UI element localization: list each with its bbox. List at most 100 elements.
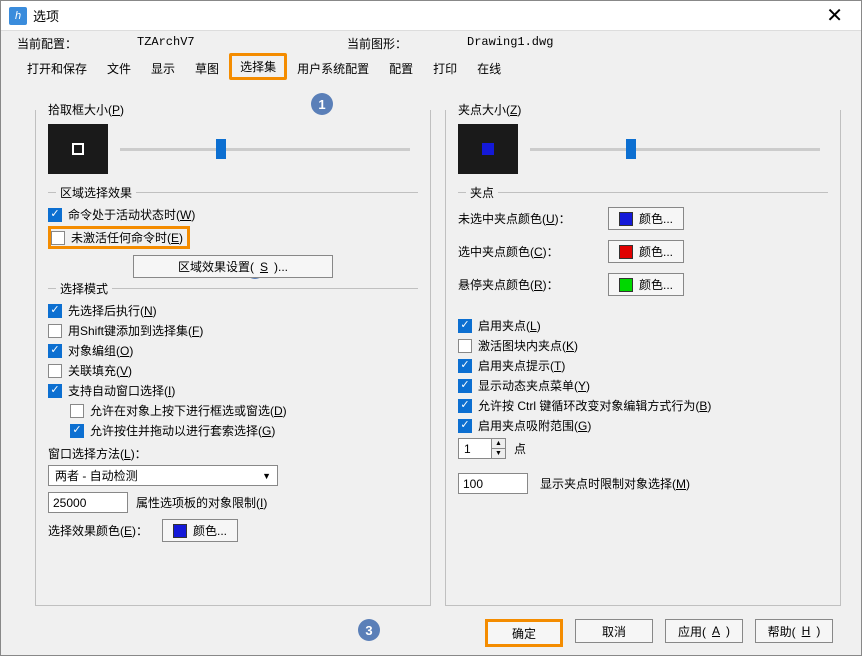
window-title: 选项	[33, 6, 59, 25]
pickbox-slider[interactable]	[120, 148, 410, 151]
tab-display[interactable]: 显示	[141, 57, 185, 80]
input-prop-limit[interactable]: 25000	[48, 492, 128, 513]
chk-assoc-hatch[interactable]	[48, 364, 62, 378]
lbl-block-grip: 激活图块内夹点(K)	[478, 337, 578, 354]
footer-buttons: 确定 取消 应用(A) 帮助(H)	[1, 619, 861, 647]
titlebar: h 选项 ✕	[1, 1, 861, 31]
window-method-value: 两者 - 自动检测	[55, 467, 138, 484]
lbl-prop-limit: 属性选项板的对象限制(I)	[136, 494, 267, 511]
chevron-down-icon: ▼	[262, 471, 271, 481]
tab-print[interactable]: 打印	[423, 57, 467, 80]
lbl-assoc-hatch: 关联填充(V)	[68, 362, 132, 379]
drawing-label: 当前图形：	[347, 35, 437, 52]
lbl-hover-color: 悬停夹点颜色(R)：	[458, 276, 608, 293]
spin-grip-val: 1	[464, 442, 471, 456]
btn-hover-label: 颜色...	[639, 276, 673, 293]
lbl-hold-drag: 允许按住并拖动以进行套索选择(G)	[90, 422, 275, 439]
btn-sel-color-label: 颜色...	[193, 522, 227, 539]
apply-button[interactable]: 应用(A)	[665, 619, 743, 643]
chk-press-drag[interactable]	[70, 404, 84, 418]
grip-limit-val: 100	[463, 477, 483, 491]
lbl-no-cmd: 未激活任何命令时(E)	[71, 229, 183, 246]
sel-color-swatch	[173, 524, 187, 538]
btn-sel-color[interactable]: 颜色...	[162, 519, 238, 542]
chk-hold-drag[interactable]	[70, 424, 84, 438]
chk-enable-grip[interactable]	[458, 319, 472, 333]
lbl-spin-pt: 点	[514, 440, 526, 457]
lbl-sel-color: 选择效果颜色(E)：	[48, 522, 148, 539]
select-window-method[interactable]: 两者 - 自动检测 ▼	[48, 465, 278, 486]
chk-block-grip[interactable]	[458, 339, 472, 353]
tab-bar: 打开和保存 文件 显示 草图 选择集 用户系统配置 配置 打印 在线	[1, 56, 861, 80]
lbl-shift-add: 用Shift键添加到选择集(F)	[68, 322, 203, 339]
spin-grip-pt[interactable]: 1 ▲▼	[458, 438, 506, 459]
spin-up-icon[interactable]: ▲	[491, 439, 505, 449]
btn-unsel-color[interactable]: 颜色...	[608, 207, 684, 230]
area-effect-title: 区域选择效果	[56, 184, 136, 201]
lbl-press-drag: 允许在对象上按下进行框选或窗选(D)	[90, 402, 287, 419]
app-icon: h	[9, 7, 27, 25]
header-info: 当前配置： TZArchV7 当前图形： Drawing1.dwg	[1, 31, 861, 56]
area-effect-group: 区域选择效果 命令处于活动状态时(W) 未激活任何命令时(E) 区域效果设置(S…	[48, 192, 418, 278]
lbl-obj-group: 对象编组(O)	[68, 342, 133, 359]
chk-grip-menu[interactable]	[458, 379, 472, 393]
chk-pre-exec[interactable]	[48, 304, 62, 318]
tab-online[interactable]: 在线	[467, 57, 511, 80]
sel-mode-title: 选择模式	[56, 280, 112, 297]
tab-drafting[interactable]: 草图	[185, 57, 229, 80]
unsel-swatch	[619, 212, 633, 226]
grip-title: 夹点	[466, 184, 498, 201]
lbl-unsel-color: 未选中夹点颜色(U)：	[458, 210, 608, 227]
gripsize-slider[interactable]	[530, 148, 820, 151]
options-dialog: h 选项 ✕ 当前配置： TZArchV7 当前图形： Drawing1.dwg…	[0, 0, 862, 656]
tab-files[interactable]: 文件	[97, 57, 141, 80]
cancel-button[interactable]: 取消	[575, 619, 653, 643]
lbl-grip-snap: 启用夹点吸附范围(G)	[478, 417, 591, 434]
help-button[interactable]: 帮助(H)	[755, 619, 833, 643]
chk-active-cmd[interactable]	[48, 208, 62, 222]
tab-user-prefs[interactable]: 用户系统配置	[287, 57, 379, 80]
chk-grip-hint[interactable]	[458, 359, 472, 373]
right-panel: 夹点大小(Z) 夹点 未选中夹点颜色(U)： 颜色... 选中夹点颜色(C)： …	[445, 110, 841, 606]
gripsize-title: 夹点大小(Z)	[454, 101, 525, 118]
lbl-grip-limit: 显示夹点时限制对象选择(M)	[540, 475, 690, 492]
hover-swatch	[619, 278, 633, 292]
lbl-ctrl-cycle: 允许按 Ctrl 键循环改变对象编辑方式行为(B)	[478, 397, 711, 414]
btn-selgrip-color[interactable]: 颜色...	[608, 240, 684, 263]
chk-no-cmd[interactable]	[51, 231, 65, 245]
pickbox-title: 拾取框大小(P)	[44, 101, 128, 118]
btn-area-settings[interactable]: 区域效果设置(S)...	[133, 255, 333, 278]
input-grip-limit[interactable]: 100	[458, 473, 528, 494]
gripsize-preview	[458, 124, 518, 174]
grip-group: 夹点 未选中夹点颜色(U)： 颜色... 选中夹点颜色(C)： 颜色... 悬停…	[458, 192, 828, 494]
chk-shift-add[interactable]	[48, 324, 62, 338]
chk-ctrl-cycle[interactable]	[458, 399, 472, 413]
btn-unsel-label: 颜色...	[639, 210, 673, 227]
lbl-grip-menu: 显示动态夹点菜单(Y)	[478, 377, 590, 394]
ok-button[interactable]: 确定	[485, 619, 563, 647]
close-button[interactable]: ✕	[816, 3, 853, 28]
tab-open-save[interactable]: 打开和保存	[17, 57, 97, 80]
lbl-window-method: 窗口选择方法(L)：	[48, 445, 147, 462]
pickbox-preview	[48, 124, 108, 174]
config-label: 当前配置：	[17, 35, 107, 52]
lbl-pre-exec: 先选择后执行(N)	[68, 302, 157, 319]
left-panel: 拾取框大小(P) 区域选择效果 命令处于活动状态时(W) 未激活任何命令时(E)	[35, 110, 431, 606]
chk-grip-snap[interactable]	[458, 419, 472, 433]
spin-down-icon[interactable]: ▼	[491, 449, 505, 458]
lbl-grip-hint: 启用夹点提示(T)	[478, 357, 565, 374]
selection-mode-group: 选择模式 先选择后执行(N) 用Shift键添加到选择集(F) 对象编组(O) …	[48, 288, 418, 542]
btn-selgrip-label: 颜色...	[639, 243, 673, 260]
chk-auto-window[interactable]	[48, 384, 62, 398]
config-value: TZArchV7	[137, 35, 347, 52]
drawing-value: Drawing1.dwg	[467, 35, 553, 52]
tab-selection[interactable]: 选择集	[229, 53, 287, 80]
lbl-active-cmd: 命令处于活动状态时(W)	[68, 206, 195, 223]
prop-limit-value: 25000	[53, 496, 86, 510]
lbl-enable-grip: 启用夹点(L)	[478, 317, 541, 334]
tab-profiles[interactable]: 配置	[379, 57, 423, 80]
chk-obj-group[interactable]	[48, 344, 62, 358]
btn-hover-color[interactable]: 颜色...	[608, 273, 684, 296]
lbl-sel-grip-color: 选中夹点颜色(C)：	[458, 243, 608, 260]
selgrip-swatch	[619, 245, 633, 259]
